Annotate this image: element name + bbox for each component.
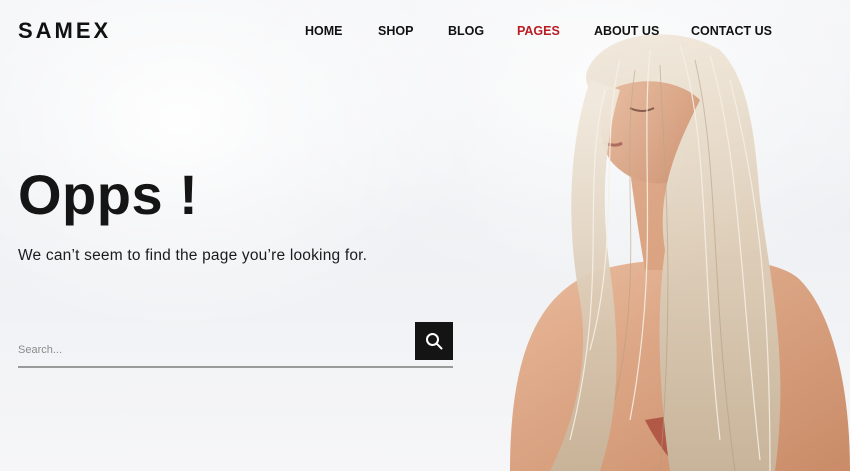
error-title: Opps ! bbox=[18, 163, 199, 226]
error-message: We can’t seem to find the page you’re lo… bbox=[18, 247, 368, 264]
site-logo[interactable]: SAMEX bbox=[18, 18, 111, 44]
nav-item-home[interactable]: HOME bbox=[305, 24, 343, 38]
search-input[interactable] bbox=[18, 336, 398, 364]
nav-item-pages[interactable]: PAGES bbox=[517, 24, 560, 38]
nav-item-contact-us[interactable]: CONTACT US bbox=[691, 24, 772, 38]
search-form bbox=[18, 322, 453, 368]
nav-item-about-us[interactable]: ABOUT US bbox=[594, 24, 659, 38]
nav-item-blog[interactable]: BLOG bbox=[448, 24, 484, 38]
site-header: SAMEX HOME SHOP BLOG PAGES ABOUT US CONT… bbox=[0, 0, 850, 64]
search-icon bbox=[426, 333, 443, 350]
search-button[interactable] bbox=[415, 322, 453, 360]
search-underline bbox=[18, 366, 453, 368]
nav-item-shop[interactable]: SHOP bbox=[378, 24, 413, 38]
hero-photo bbox=[470, 20, 850, 471]
